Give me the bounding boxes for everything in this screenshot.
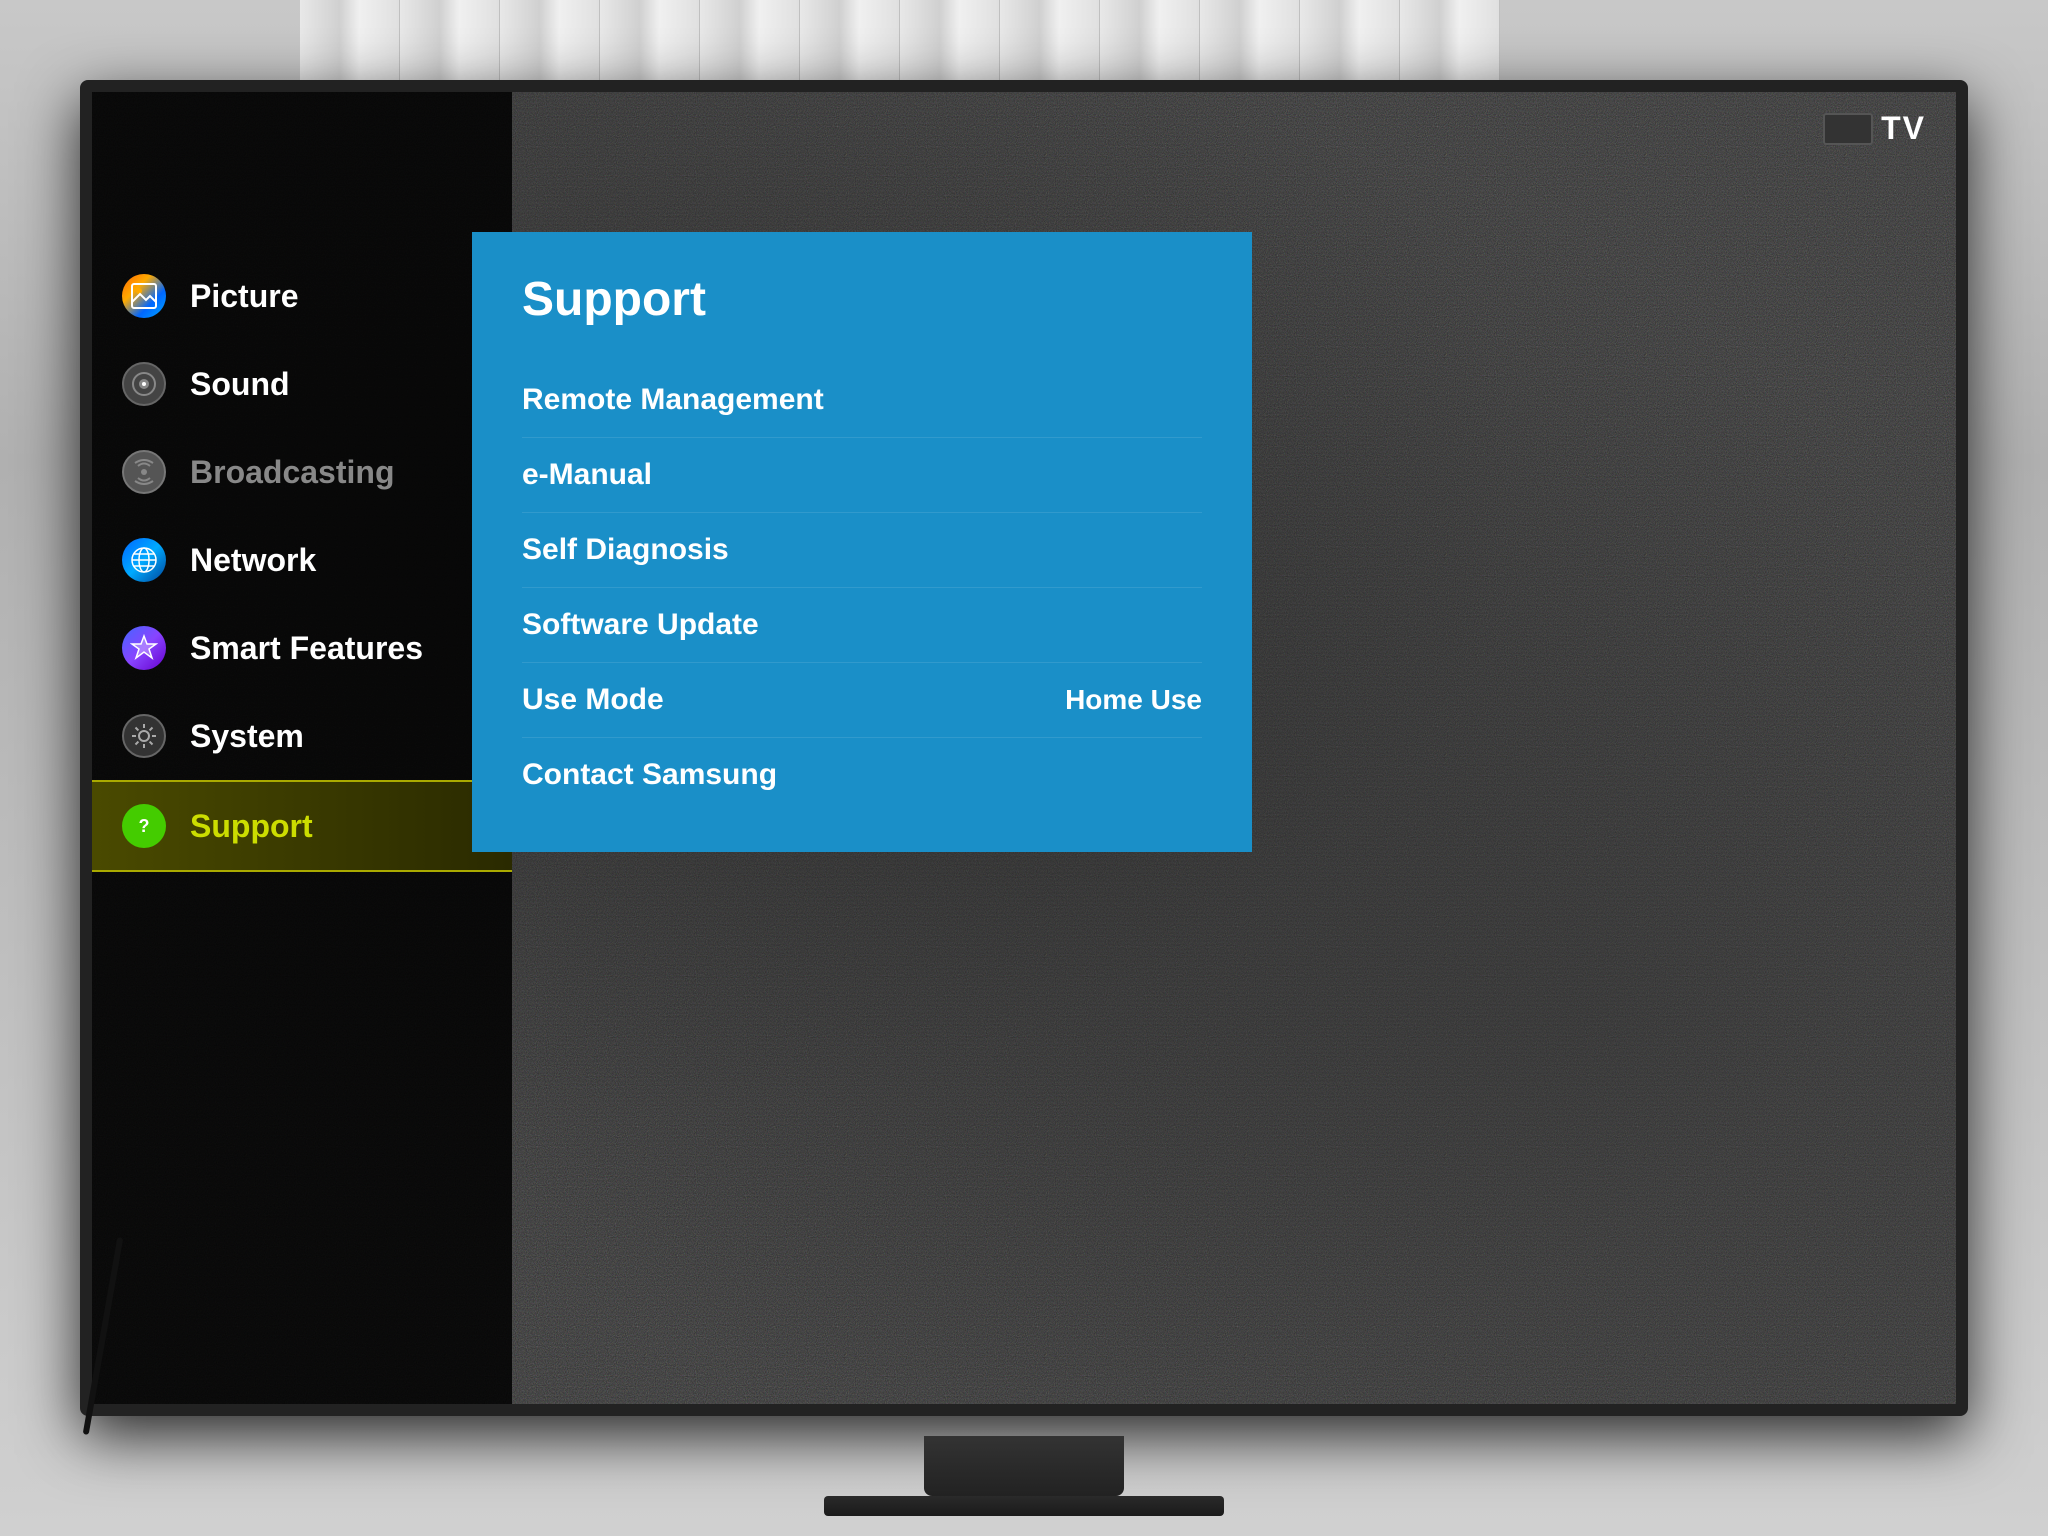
remote-management-label: Remote Management — [522, 383, 824, 417]
menu-item-e-manual[interactable]: e-Manual — [522, 438, 1202, 513]
sound-icon — [122, 362, 166, 406]
picture-icon — [122, 274, 166, 318]
menu-item-software-update[interactable]: Software Update — [522, 588, 1202, 663]
sidebar-item-broadcasting[interactable]: Broadcasting — [92, 428, 512, 516]
use-mode-value: Home Use — [1065, 684, 1202, 716]
sidebar-item-smart-features[interactable]: Smart Features — [92, 604, 512, 692]
menu-item-use-mode[interactable]: Use Mode Home Use — [522, 663, 1202, 738]
network-label: Network — [190, 542, 316, 579]
contact-samsung-label: Contact Samsung — [522, 758, 777, 792]
network-icon — [122, 538, 166, 582]
smart-features-label: Smart Features — [190, 630, 423, 667]
sidebar: Picture Sound — [92, 252, 512, 872]
smart-features-icon — [122, 626, 166, 670]
sidebar-item-picture[interactable]: Picture — [92, 252, 512, 340]
tv-stand — [924, 1436, 1124, 1496]
software-update-label: Software Update — [522, 608, 759, 642]
system-icon — [122, 714, 166, 758]
tv-frame: TV Picture — [80, 80, 1968, 1416]
broadcasting-label: Broadcasting — [190, 454, 394, 491]
use-mode-label: Use Mode — [522, 683, 664, 717]
menu-item-contact-samsung[interactable]: Contact Samsung — [522, 738, 1202, 812]
tv-stand-base — [824, 1496, 1224, 1516]
menu-item-self-diagnosis[interactable]: Self Diagnosis — [522, 513, 1202, 588]
system-label: System — [190, 718, 304, 755]
sidebar-item-sound[interactable]: Sound — [92, 340, 512, 428]
tv-logo-icon — [1823, 113, 1873, 145]
svg-text:?: ? — [139, 816, 150, 836]
tv-screen: TV Picture — [92, 92, 1956, 1404]
picture-label: Picture — [190, 278, 298, 315]
support-label: Support — [190, 808, 313, 845]
sidebar-item-support[interactable]: ? Support — [92, 780, 512, 872]
sound-label: Sound — [190, 366, 290, 403]
tv-logo: TV — [1823, 110, 1926, 147]
e-manual-label: e-Manual — [522, 458, 652, 492]
panel-title: Support — [522, 272, 1202, 327]
sidebar-item-system[interactable]: System — [92, 692, 512, 780]
self-diagnosis-label: Self Diagnosis — [522, 533, 729, 567]
tv-brand-label: TV — [1881, 110, 1926, 147]
broadcasting-icon — [122, 450, 166, 494]
content-panel: Support Remote Management e-Manual Self … — [472, 232, 1252, 852]
menu-item-remote-management[interactable]: Remote Management — [522, 363, 1202, 438]
support-icon: ? — [122, 804, 166, 848]
sidebar-item-network[interactable]: Network — [92, 516, 512, 604]
